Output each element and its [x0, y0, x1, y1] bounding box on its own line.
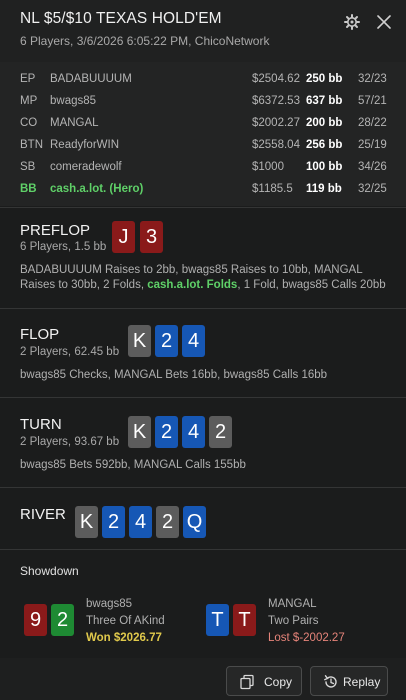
player-position: CO [20, 117, 38, 129]
divider [0, 207, 406, 208]
street-info: 2 Players, 62.45 bb [20, 346, 120, 358]
card: 4 [182, 325, 205, 357]
player-stack-bb: 119 bb [306, 183, 342, 195]
player-stack: $2504.62 [252, 73, 300, 85]
hand-header: NL $5/$10 TEXAS HOLD'EM 6 Players, 3/6/2… [0, 0, 406, 62]
street-name: TURN [20, 416, 62, 433]
player-stats: 32/25 [358, 183, 387, 195]
showdown-result-lost: Lost $-2002.27 [268, 632, 345, 644]
card: K [75, 506, 98, 538]
player-name: cash.a.lot. (Hero) [50, 183, 144, 195]
player-position: MP [20, 95, 38, 107]
player-position: SB [20, 161, 36, 173]
actions-text: , 1 Fold, bwags85 Calls 20bb [237, 279, 386, 291]
showdown-player-name: MANGAL [268, 598, 317, 610]
player-stack-bb: 256 bb [306, 139, 343, 151]
player-stack-bb: 637 bb [306, 95, 343, 107]
player-row: BTN ReadyforWIN $2558.04 256 bb 25/19 [0, 136, 406, 156]
card: 2 [51, 604, 74, 636]
divider [0, 487, 406, 488]
player-stats: 28/22 [358, 117, 387, 129]
gear-icon[interactable] [343, 14, 361, 32]
hero-action: cash.a.lot. Folds [147, 279, 238, 291]
street-info: 2 Players, 93.67 bb [20, 436, 120, 448]
hand-title: NL $5/$10 TEXAS HOLD'EM [20, 10, 222, 27]
player-row: SB comeradewolf $1000 100 bb 34/26 [0, 158, 406, 178]
card: 2 [102, 506, 125, 538]
player-stats: 34/26 [358, 161, 387, 173]
player-stack: $6372.53 [252, 95, 300, 107]
divider [0, 549, 406, 550]
copy-label: Copy [264, 675, 293, 689]
card: Q [183, 506, 206, 538]
street-info: 6 Players, 1.5 bb [20, 241, 107, 253]
card: K [128, 325, 151, 357]
card: T [206, 604, 229, 636]
player-stats: 25/19 [358, 139, 387, 151]
player-row: CO MANGAL $2002.27 200 bb 28/22 [0, 114, 406, 134]
street-actions: bwags85 Bets 592bb, MANGAL Calls 155bb [20, 459, 246, 471]
player-name: BADABUUUUM [50, 73, 132, 85]
player-position: EP [20, 73, 36, 85]
street-name: PREFLOP [20, 222, 91, 239]
card: 9 [24, 604, 47, 636]
player-stats: 32/23 [358, 73, 387, 85]
player-position: BTN [20, 139, 43, 151]
player-name: bwags85 [50, 95, 97, 107]
replay-label: Replay [343, 675, 381, 689]
showdown-title: Showdown [20, 564, 79, 578]
player-stats: 57/21 [358, 95, 387, 107]
player-stack: $2002.27 [252, 117, 300, 129]
footer-bar: Copy Replay [0, 658, 406, 700]
players-table: EP BADABUUUUM $2504.62 250 bb 32/23 MP b… [0, 62, 406, 206]
gear-icon-glyph [344, 14, 360, 30]
card: 2 [155, 416, 178, 448]
card: 4 [182, 416, 205, 448]
close-icon-glyph [377, 15, 391, 29]
player-row: MP bwags85 $6372.53 637 bb 57/21 [0, 92, 406, 112]
replay-icon [324, 675, 337, 688]
player-stack: $1000 [252, 161, 284, 173]
card: K [128, 416, 151, 448]
showdown-hand: Three Of AKind [86, 615, 165, 627]
player-position: BB [20, 183, 37, 195]
player-name: ReadyforWIN [50, 139, 120, 151]
divider [0, 308, 406, 309]
card: T [233, 604, 256, 636]
showdown-hand: Two Pairs [268, 615, 319, 627]
player-stack: $2558.04 [252, 139, 300, 151]
player-name: comeradewolf [50, 161, 122, 173]
showdown-result-won: Won $2026.77 [86, 632, 162, 644]
street-actions: BADABUUUUM Raises to 2bb, bwags85 Raises… [20, 263, 390, 293]
copy-icon [240, 674, 254, 690]
card: 4 [129, 506, 152, 538]
showdown-player-name: bwags85 [86, 598, 133, 610]
player-stack-bb: 250 bb [306, 73, 343, 85]
player-stack: $1185.5 [252, 183, 293, 195]
copy-button[interactable]: Copy [226, 666, 302, 696]
player-stack-bb: 200 bb [306, 117, 343, 129]
player-name: MANGAL [50, 117, 99, 129]
player-stack-bb: 100 bb [306, 161, 343, 173]
replay-button[interactable]: Replay [310, 666, 388, 696]
street-name: RIVER [20, 506, 66, 523]
card: 2 [209, 416, 232, 448]
street-actions: bwags85 Checks, MANGAL Bets 16bb, bwags8… [20, 369, 328, 381]
card: 3 [140, 221, 163, 253]
card: 2 [156, 506, 179, 538]
close-icon[interactable] [374, 12, 394, 32]
player-row: EP BADABUUUUM $2504.62 250 bb 32/23 [0, 70, 406, 90]
divider [0, 397, 406, 398]
street-name: FLOP [20, 326, 60, 343]
card: 2 [155, 325, 178, 357]
hand-subtitle: 6 Players, 3/6/2026 6:05:22 PM, ChicoNet… [20, 34, 270, 48]
card: J [112, 221, 135, 253]
player-row-hero: BB cash.a.lot. (Hero) $1185.5 119 bb 32/… [0, 180, 406, 200]
